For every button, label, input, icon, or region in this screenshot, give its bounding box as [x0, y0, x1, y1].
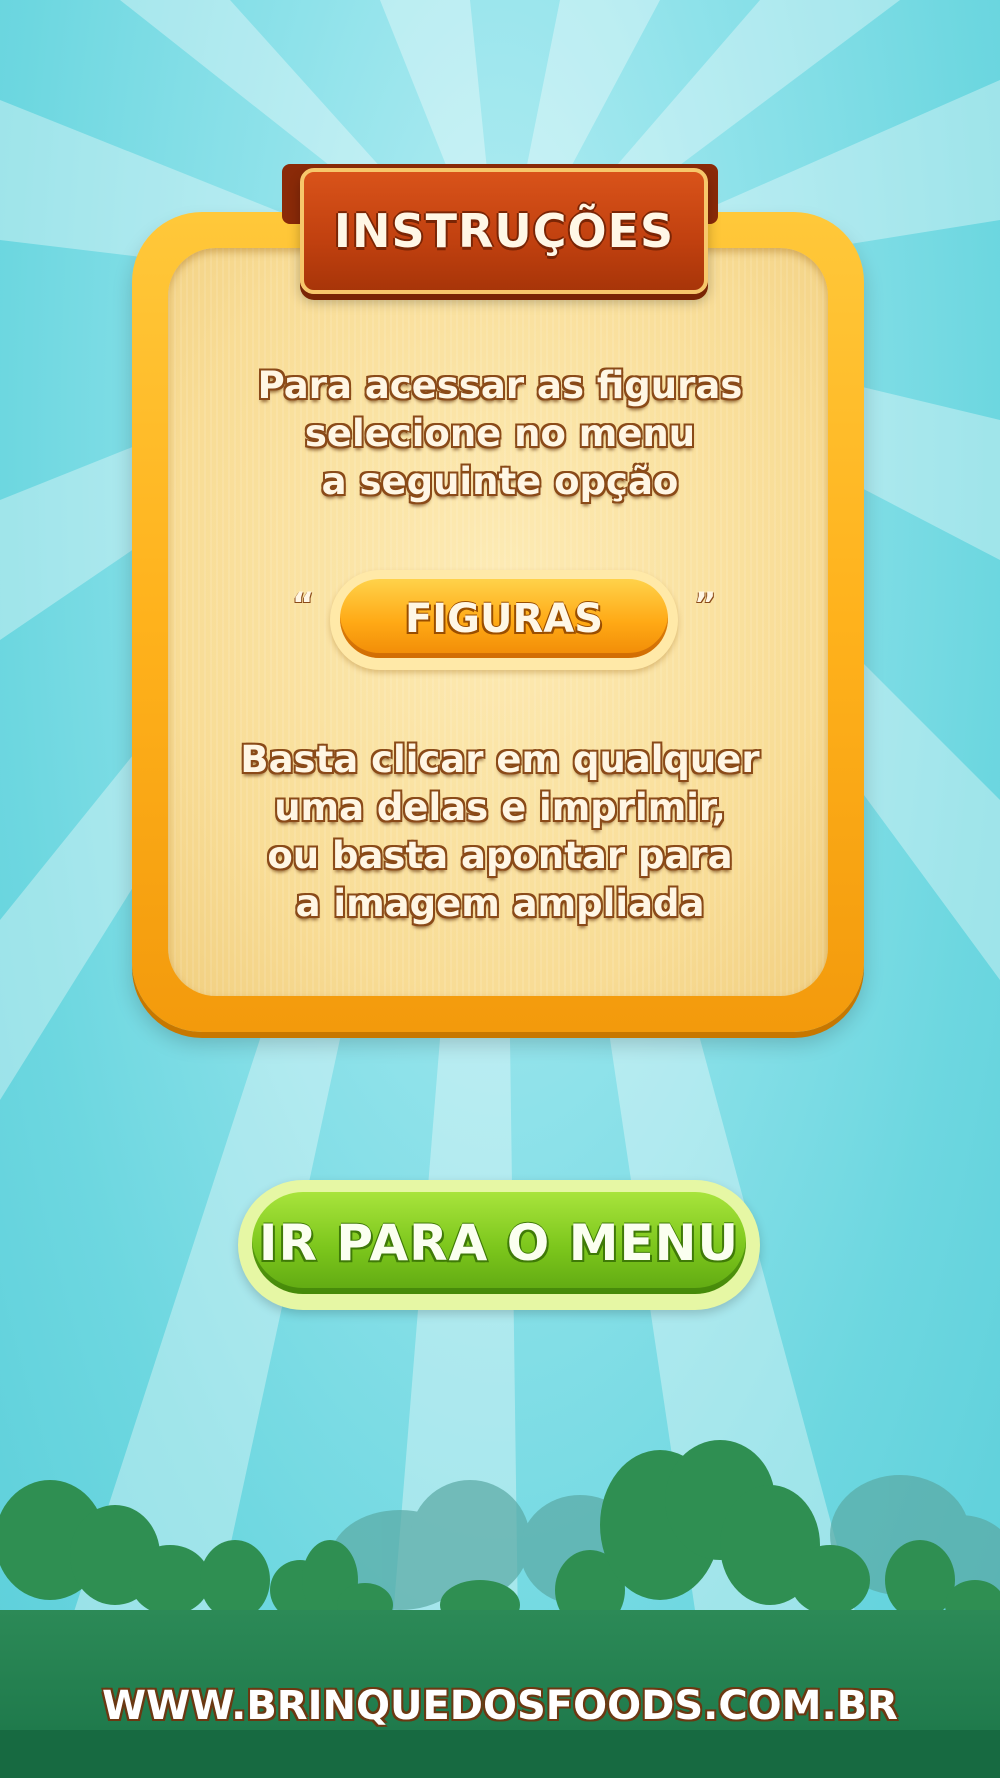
instructions-line: uma delas e imprimir, — [274, 786, 726, 829]
quote-close: ” — [694, 585, 717, 625]
instructions-line: a seguinte opção — [321, 460, 679, 503]
instructions-line: Para acessar as figuras — [257, 364, 743, 407]
site-url-text: WWW.BRINQUEDOSFOODS.COM.BR — [102, 1683, 898, 1729]
go-to-menu-button[interactable]: IR PARA O MENU — [238, 1180, 760, 1310]
instructions-line: selecione no menu — [304, 412, 696, 455]
figuras-button-face[interactable]: FIGURAS — [340, 579, 668, 658]
instructions-line: a imagem ampliada — [295, 882, 705, 925]
page-title: INSTRUÇÕES — [333, 204, 675, 258]
instructions-line: Basta clicar em qualquer — [240, 738, 760, 781]
instructions-line: ou basta apontar para — [267, 834, 733, 877]
quote-open: “ — [292, 585, 315, 625]
instructions-text-top: Para acessar as figuras selecione no men… — [0, 362, 1000, 506]
figuras-button[interactable]: FIGURAS — [330, 570, 678, 670]
title-ribbon: INSTRUÇÕES — [300, 168, 708, 294]
figuras-button-label: FIGURAS — [404, 595, 604, 642]
ground-bottom-strip — [0, 1730, 1000, 1778]
go-to-menu-button-label: IR PARA O MENU — [258, 1214, 740, 1272]
go-to-menu-button-face[interactable]: IR PARA O MENU — [252, 1192, 746, 1294]
instructions-text-bottom: Basta clicar em qualquer uma delas e imp… — [0, 736, 1000, 928]
